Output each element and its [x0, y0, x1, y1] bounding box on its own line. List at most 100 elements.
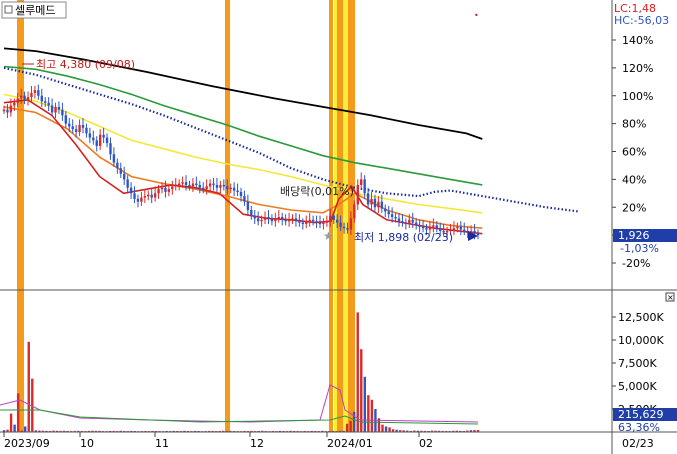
highlight-band — [343, 0, 348, 432]
candle-body — [315, 221, 318, 223]
candle-body — [157, 189, 160, 194]
candle-body — [380, 201, 384, 209]
candle-body — [78, 125, 81, 132]
price-axis-label: 100% — [622, 90, 653, 103]
candle-body — [432, 225, 435, 227]
candle-body — [171, 186, 174, 190]
price-axis-label: 80% — [622, 118, 646, 131]
candle-body — [160, 187, 164, 190]
candle-body — [459, 226, 463, 230]
candle-body — [47, 102, 50, 106]
volume-bar — [345, 423, 349, 432]
candle-body — [174, 184, 177, 187]
volume-bar — [349, 420, 352, 432]
candle-body — [476, 233, 480, 236]
title-checkbox[interactable] — [4, 5, 13, 14]
volume-axis-label: 10,000K — [618, 334, 664, 347]
candle-body — [147, 194, 150, 197]
candle-body — [456, 226, 459, 229]
candle-body — [390, 214, 394, 218]
candle-body — [243, 196, 246, 202]
time-axis-label: 2024/01 — [327, 437, 373, 450]
candle-body — [123, 173, 126, 180]
chart-window: 셀루메드 • LC:1,48 HC:-56,03 × 140% 120% 100% 8… — [0, 0, 677, 454]
candle-body — [37, 90, 40, 96]
candle-body — [181, 182, 184, 184]
volume-bar — [27, 341, 30, 432]
volume-bar — [381, 424, 384, 432]
last-change: -1,03% — [620, 242, 659, 255]
volume-bar — [9, 413, 13, 432]
last-volume-pct: 63,36% — [618, 421, 660, 434]
candle-body — [298, 221, 301, 223]
candle-body — [50, 105, 54, 113]
candle-body — [129, 187, 133, 194]
volume-bar — [352, 411, 356, 432]
candle-body — [256, 218, 260, 222]
volume-bar — [363, 376, 367, 432]
candle-body — [425, 228, 428, 230]
candle-body — [153, 193, 157, 198]
price-axis-label: -20% — [622, 257, 650, 270]
candle-body — [394, 217, 397, 219]
candle-body — [246, 201, 250, 211]
candle-body — [188, 184, 191, 187]
candle-body — [33, 90, 37, 93]
candle-body — [208, 183, 212, 187]
candle-body — [140, 197, 143, 202]
candle-body — [212, 183, 215, 186]
candle-body — [411, 219, 414, 223]
time-axis-label: 10 — [80, 437, 94, 450]
volume-bar — [384, 426, 388, 432]
candle-body — [164, 187, 167, 192]
candle-body — [205, 186, 208, 190]
volume-axis-label: 5,000K — [618, 380, 657, 393]
candle-body — [215, 184, 219, 188]
volume-bar — [388, 427, 391, 432]
candle-body — [9, 105, 13, 113]
candle-body — [95, 140, 98, 146]
candle-body — [16, 98, 19, 103]
price-axis-label: 20% — [622, 201, 646, 214]
candle-body — [311, 219, 315, 222]
candle-body — [13, 102, 16, 106]
candle-body — [452, 228, 456, 230]
candle-body — [360, 179, 363, 185]
candle-body — [332, 215, 335, 220]
time-axis-label: 11 — [155, 437, 169, 450]
price-axis-label: 60% — [622, 146, 646, 159]
high-annotation: 최고 4,380 (09/08) — [36, 58, 135, 71]
candle-body — [229, 187, 232, 190]
candle-body — [366, 193, 370, 205]
candle-body — [126, 179, 129, 188]
candle-body — [167, 189, 171, 192]
volume-axis-label: 12,500K — [618, 311, 664, 324]
highlight-band — [225, 0, 230, 432]
volume-bar — [16, 393, 20, 432]
candle-body — [284, 219, 287, 222]
candle-body — [473, 230, 476, 234]
stock-title: 셀루메드 — [15, 4, 55, 17]
price-axis-label: 40% — [622, 173, 646, 186]
candle-body — [26, 97, 30, 100]
candle-body — [6, 109, 9, 113]
price-axis-label: 120% — [622, 62, 653, 75]
candle-body — [57, 106, 61, 110]
candle-body — [195, 183, 198, 186]
candle-body — [339, 222, 342, 227]
dividend-star-icon: ★ — [323, 229, 334, 243]
dividend-annotation: 배당락(0,01%) — [280, 185, 354, 198]
candle-body — [222, 184, 226, 187]
candle-body — [202, 187, 205, 190]
candle-body — [54, 106, 57, 113]
candle-body — [239, 191, 243, 197]
candle-body — [305, 221, 308, 224]
candle-body — [373, 198, 377, 208]
last-volume: 215,629 — [618, 408, 664, 421]
candle-body — [363, 179, 366, 194]
candle-body — [250, 210, 253, 216]
candle-body — [19, 95, 23, 99]
candle-body — [253, 215, 256, 219]
candle-body — [325, 221, 329, 223]
candle-body — [23, 95, 26, 100]
